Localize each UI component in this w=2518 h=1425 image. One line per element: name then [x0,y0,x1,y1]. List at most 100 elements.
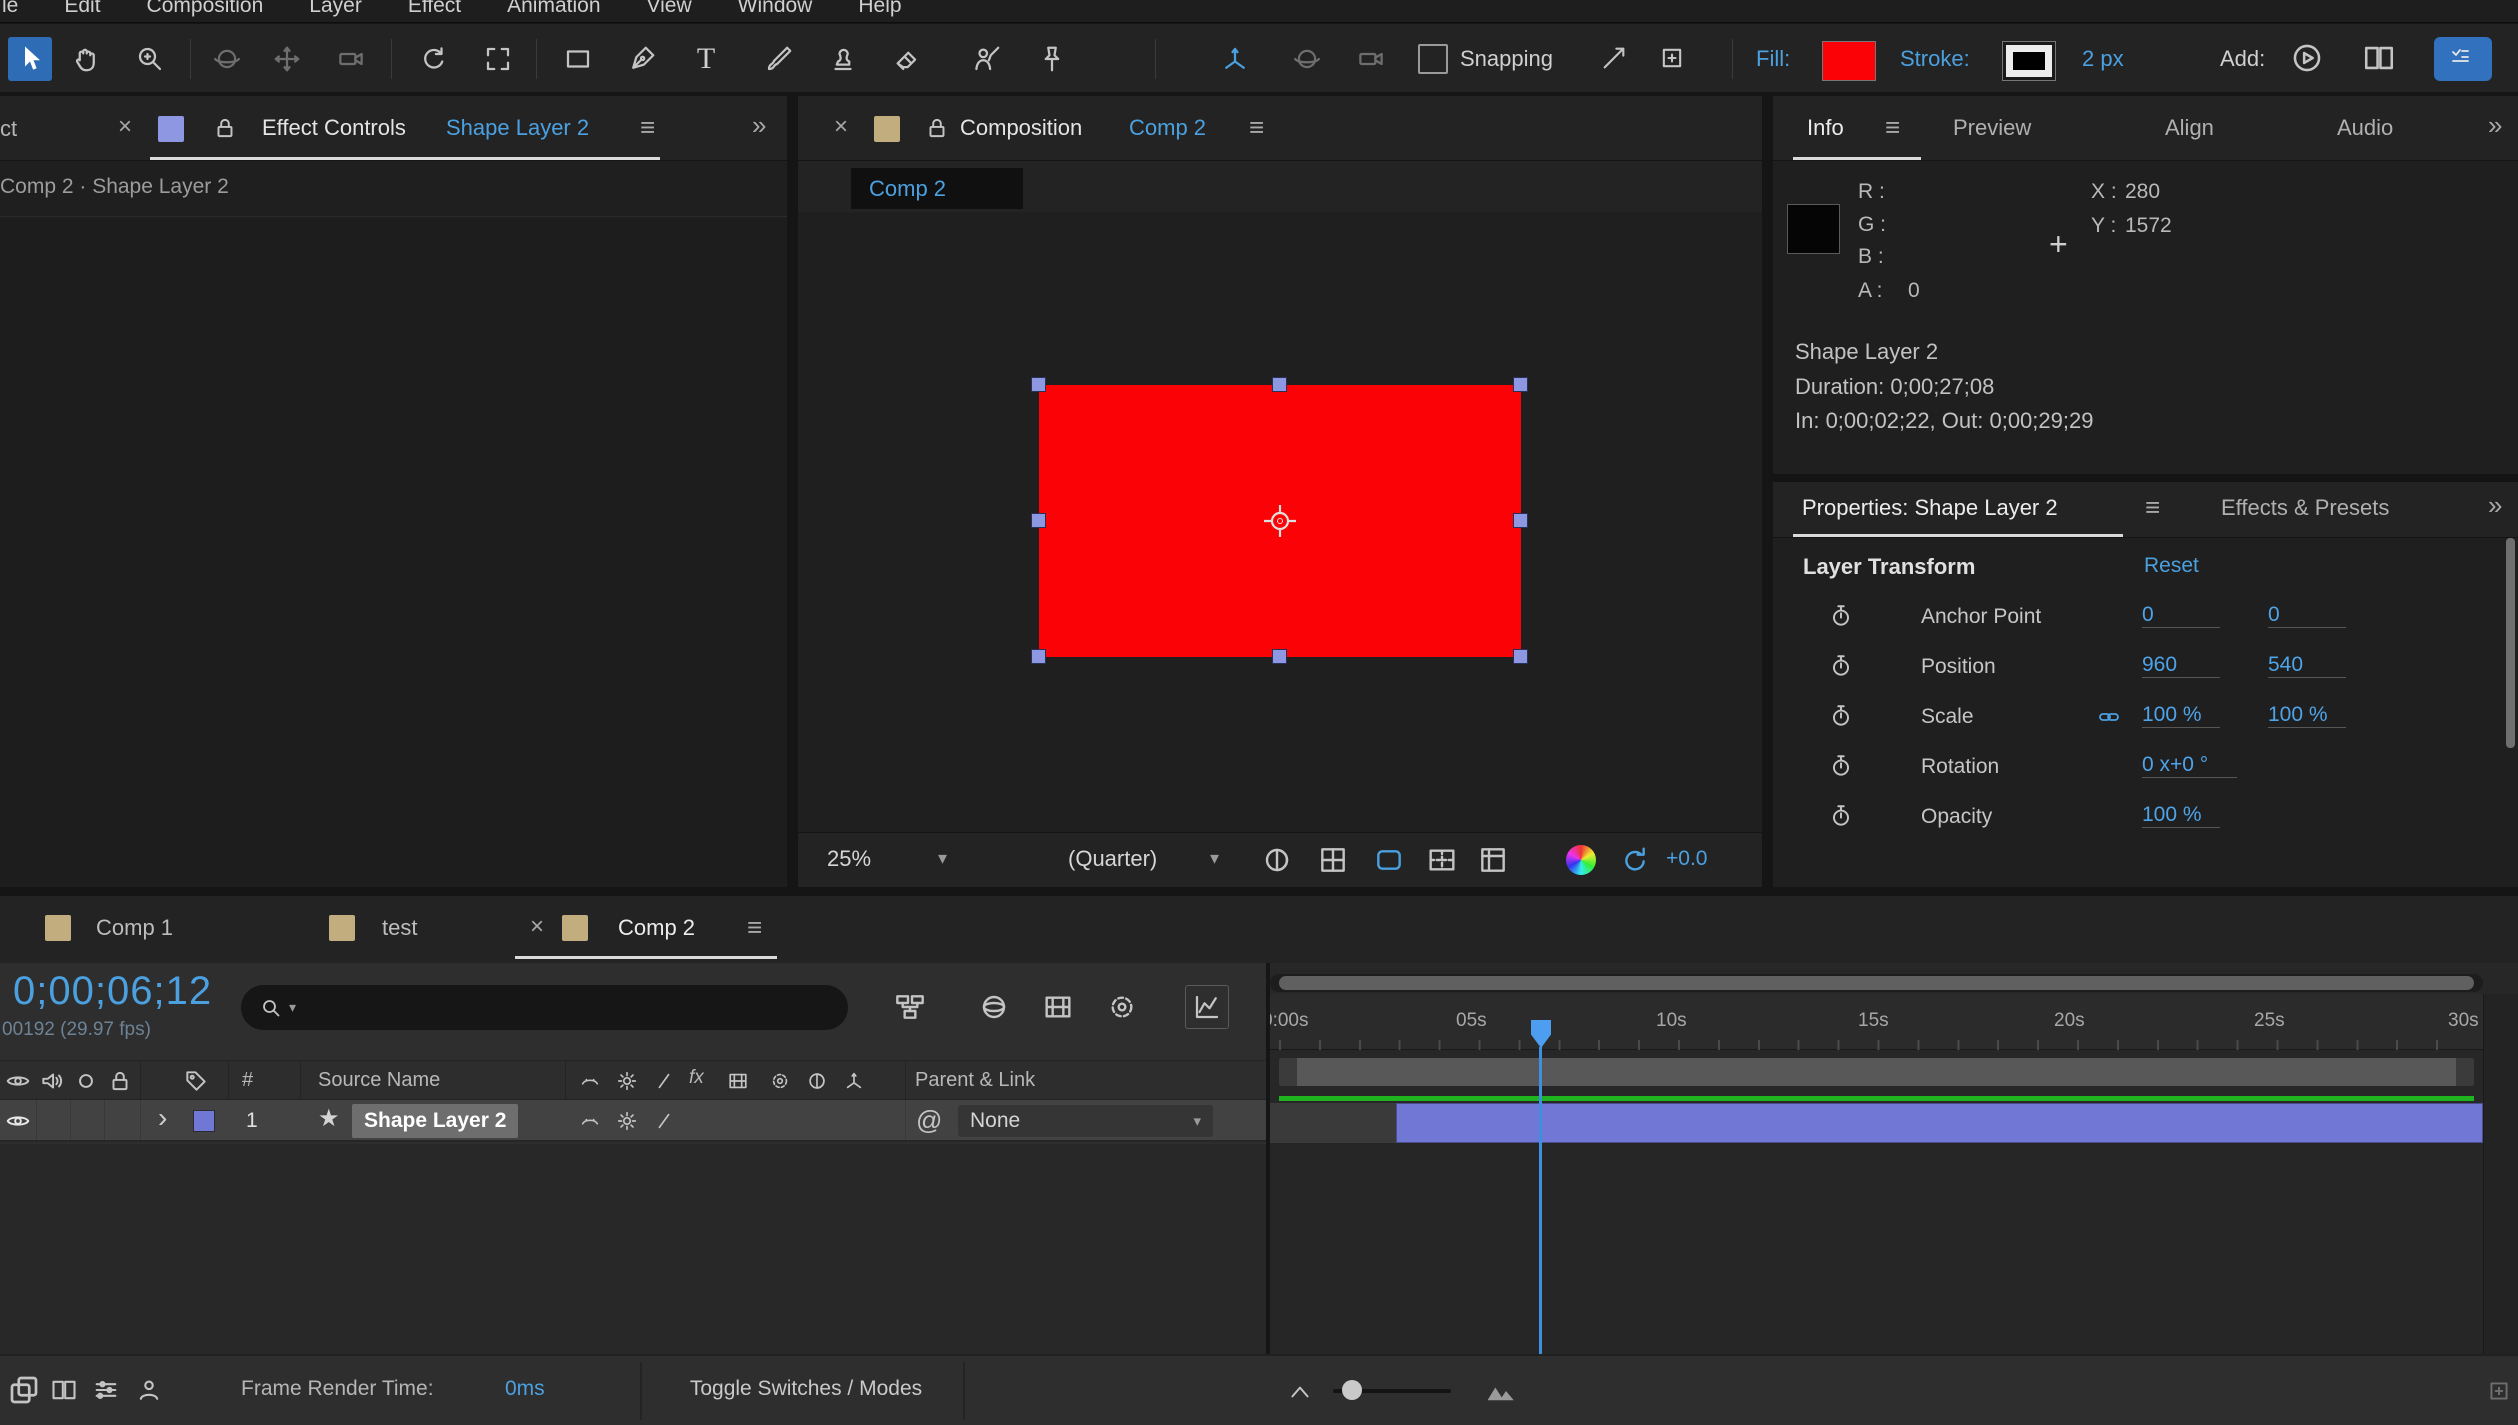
lock-column-icon[interactable] [106,1067,134,1095]
property-value-x[interactable]: 960 [2142,653,2220,678]
property-label[interactable]: Opacity [1921,805,1992,829]
menu-animation[interactable]: Animation [507,0,600,22]
source-name-column-header[interactable]: Source Name [318,1069,440,1092]
eraser-tool-button[interactable] [885,37,929,81]
link-dimensions-icon[interactable] [2095,705,2123,729]
selection-handle-bottom-right[interactable] [1513,649,1528,664]
work-area-end-handle[interactable] [2456,1058,2474,1086]
stopwatch-icon[interactable] [1828,753,1854,779]
stroke-width-value[interactable]: 2 px [2082,46,2124,72]
menu-window[interactable]: Window [738,0,813,22]
close-icon[interactable]: × [834,115,848,139]
menu-view[interactable]: View [647,0,692,22]
parent-pickwhip-icon[interactable]: @ [916,1105,942,1136]
number-column-header[interactable]: # [242,1069,253,1092]
panel-layout-icon[interactable] [2362,41,2396,75]
stopwatch-icon[interactable] [1828,653,1854,679]
frame-blend-column-icon[interactable] [726,1069,750,1093]
stopwatch-icon[interactable] [1828,703,1854,729]
close-icon[interactable]: × [118,115,132,139]
viewer-tab-comp2[interactable]: Comp 2 [851,168,1023,209]
time-ruler[interactable]: 0:00s 05s 10s 15s 20s 25s 30s [1270,994,2483,1050]
chevron-down-icon[interactable]: ▾ [1210,848,1219,869]
graph-editor-icon[interactable] [1185,985,1229,1029]
layer-expand-chevron-icon[interactable]: › [158,1102,167,1134]
region-of-interest-icon[interactable] [1426,844,1458,876]
panel-menu-icon[interactable]: ≡ [747,914,762,940]
selection-handle-bottom-left[interactable] [1031,649,1046,664]
layer-name-chip[interactable]: Shape Layer 2 [352,1104,518,1138]
motion-blur-icon[interactable] [1100,985,1144,1029]
dolly-camera-tool-button[interactable] [329,37,373,81]
local-axis-mode-button[interactable] [1213,37,1257,81]
roto-brush-tool-button[interactable] [965,37,1009,81]
reset-link[interactable]: Reset [2144,554,2199,578]
timeline-zoom-slider-handle[interactable] [1342,1380,1362,1400]
effects-column-icon[interactable]: fx [689,1067,704,1089]
zoom-level-select[interactable]: 25% [827,846,871,872]
clipped-project-tab[interactable]: ct [0,116,17,142]
menu-layer[interactable]: Layer [309,0,362,22]
layer-quality-toggle[interactable] [652,1109,676,1133]
parent-link-column-header[interactable]: Parent & Link [915,1069,1035,1092]
mask-shape-visibility-icon[interactable] [1373,844,1405,876]
frame-blending-icon[interactable] [1036,985,1080,1029]
property-value-y[interactable]: 100 % [2268,703,2346,728]
layer-duration-bar[interactable] [1396,1103,2483,1143]
menu-composition[interactable]: Composition [147,0,264,22]
snap-angle-icon[interactable] [1600,44,1628,72]
selection-tool-button[interactable] [8,37,52,81]
zoom-tool-button[interactable] [128,37,172,81]
collapse-column-icon[interactable] [615,1069,639,1093]
work-area-bar[interactable] [1279,1058,2474,1086]
adjust-exposure-icon[interactable] [1261,844,1293,876]
composition-viewer[interactable] [798,212,1762,832]
type-tool-button[interactable]: T [684,37,728,81]
tab-effects-presets[interactable]: Effects & Presets [2221,495,2389,521]
add-shape-icon[interactable] [2290,41,2324,75]
threed-column-icon[interactable] [842,1069,866,1093]
property-label[interactable]: Rotation [1921,755,1999,779]
tasks-badge-icon[interactable] [2434,37,2492,81]
property-value[interactable]: 0 x+0 ° [2142,753,2237,778]
color-management-icon[interactable] [1566,845,1596,875]
comp-panel-toggle-icon[interactable] [4,1370,44,1410]
menu-file[interactable]: le [2,0,18,22]
rasterize-column-icon[interactable] [652,1069,676,1093]
rotation-tool-button[interactable] [412,37,456,81]
snap-feature-icon[interactable] [1658,44,1686,72]
toggle-switches-modes-button[interactable]: Toggle Switches / Modes [648,1377,964,1401]
timeline-corner-icon[interactable] [2484,1376,2514,1406]
layer-transform-group-label[interactable]: Layer Transform [1803,554,1975,580]
layer-row-shape-layer-2[interactable]: › 1 ★ Shape Layer 2 @ None ▾ [0,1100,1266,1142]
video-column-eye-icon[interactable] [4,1067,32,1095]
exposure-value[interactable]: +0.0 [1666,847,1707,871]
zoom-out-mountain-icon[interactable] [1286,1378,1314,1406]
tab-preview[interactable]: Preview [1953,115,2031,141]
shy-column-icon[interactable] [578,1069,602,1093]
panel-overflow-icon[interactable]: » [752,112,766,138]
grid-guides-icon[interactable] [1477,844,1509,876]
timeline-hscroll-thumb[interactable] [1279,976,2474,990]
fill-color-swatch[interactable] [1822,41,1876,81]
transfer-controls-pane-toggle-icon[interactable] [90,1374,122,1406]
parent-link-select[interactable]: None ▾ [958,1105,1213,1137]
zoom-in-mountain-icon[interactable] [1483,1373,1519,1409]
refresh-icon[interactable] [1619,844,1651,876]
timeline-tab-test[interactable]: test [382,915,417,941]
snapping-checkbox[interactable] [1418,44,1448,74]
hand-tool-button[interactable] [64,37,108,81]
selection-handle-top-left[interactable] [1031,377,1046,392]
close-icon[interactable]: × [530,915,544,939]
layer-shy-toggle[interactable] [578,1109,602,1133]
rectangle-tool-button[interactable] [556,37,600,81]
effect-controls-tab-title[interactable]: Effect Controls [262,115,406,141]
panel-menu-icon[interactable]: ≡ [640,114,655,140]
stopwatch-icon[interactable] [1828,603,1854,629]
selection-handle-top-center[interactable] [1272,377,1287,392]
selection-handle-mid-left[interactable] [1031,513,1046,528]
lock-icon[interactable] [212,115,238,141]
property-value-x[interactable]: 0 [2142,603,2220,628]
comp-mini-flowchart-icon[interactable] [888,985,932,1029]
composition-tab-title[interactable]: Composition [960,115,1082,141]
